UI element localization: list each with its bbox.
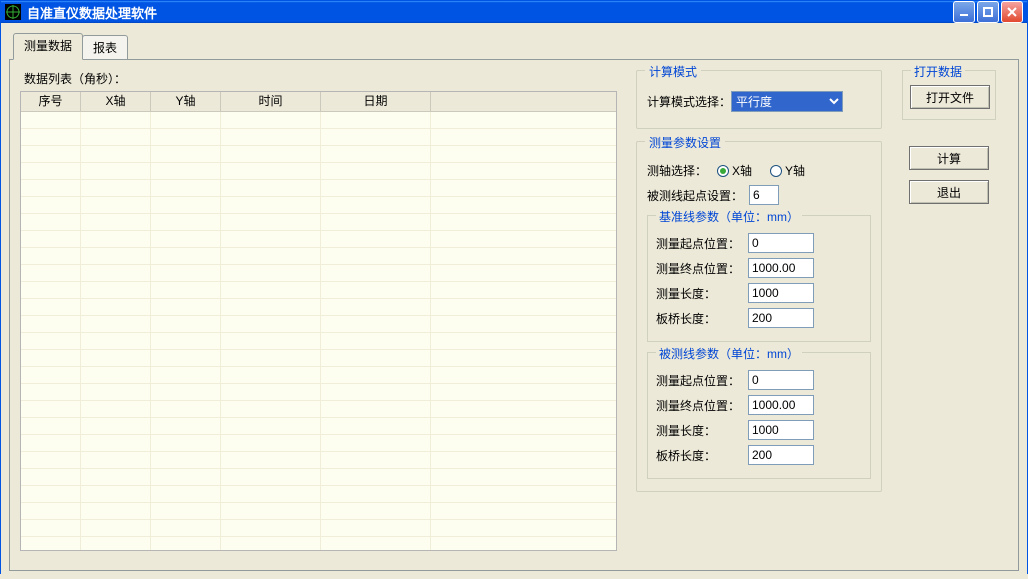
radio-y-label: Y轴 bbox=[785, 162, 805, 179]
grid-body bbox=[21, 112, 616, 551]
baseline-start-input[interactable] bbox=[748, 233, 814, 253]
start-setting-label: 被测线起点设置： bbox=[647, 187, 743, 204]
baseline-end-input[interactable] bbox=[748, 258, 814, 278]
measured-end-input[interactable] bbox=[748, 395, 814, 415]
col-x[interactable]: X轴 bbox=[81, 92, 151, 111]
params-group: 测量参数设置 测轴选择： X轴 Y轴 bbox=[636, 141, 882, 492]
axis-select-label: 测轴选择： bbox=[647, 162, 707, 179]
measured-group: 被测线参数（单位：mm） 测量起点位置： 测量终点位置： 测量长度： 板桥长度： bbox=[647, 352, 871, 479]
maximize-button[interactable] bbox=[977, 1, 999, 23]
col-blank bbox=[431, 92, 616, 111]
titlebar: 自准直仪数据处理软件 bbox=[1, 1, 1027, 23]
client-area: 测量数据 报表 数据列表（角秒）： 序号 X轴 Y轴 时间 日期 bbox=[1, 23, 1027, 579]
baseline-length-input[interactable] bbox=[748, 283, 814, 303]
col-date[interactable]: 日期 bbox=[321, 92, 431, 111]
measured-length-input[interactable] bbox=[748, 420, 814, 440]
col-y[interactable]: Y轴 bbox=[151, 92, 221, 111]
col-no[interactable]: 序号 bbox=[21, 92, 81, 111]
baseline-start-label: 测量起点位置： bbox=[656, 235, 748, 252]
baseline-bridge-label: 板桥长度： bbox=[656, 310, 748, 327]
measured-start-label: 测量起点位置： bbox=[656, 372, 748, 389]
window-title: 自准直仪数据处理软件 bbox=[27, 3, 953, 22]
radio-y-axis[interactable]: Y轴 bbox=[770, 162, 805, 179]
calc-mode-group-title: 计算模式 bbox=[645, 63, 701, 80]
exit-button[interactable]: 退出 bbox=[909, 180, 989, 204]
minimize-button[interactable] bbox=[953, 1, 975, 23]
measured-group-title: 被测线参数（单位：mm） bbox=[656, 345, 802, 362]
calc-mode-select[interactable]: 平行度 bbox=[731, 91, 843, 112]
measured-start-input[interactable] bbox=[748, 370, 814, 390]
tab-measure-data[interactable]: 测量数据 bbox=[13, 33, 83, 60]
baseline-end-label: 测量终点位置： bbox=[656, 260, 748, 277]
tab-panel: 数据列表（角秒）： 序号 X轴 Y轴 时间 日期 计算模式 bbox=[9, 59, 1019, 571]
open-data-group-title: 打开数据 bbox=[911, 63, 965, 80]
col-time[interactable]: 时间 bbox=[221, 92, 321, 111]
radio-dot-icon bbox=[770, 165, 782, 177]
radio-dot-icon bbox=[717, 165, 729, 177]
start-setting-input[interactable] bbox=[749, 185, 779, 205]
params-group-title: 测量参数设置 bbox=[645, 134, 725, 151]
data-grid[interactable]: 序号 X轴 Y轴 时间 日期 bbox=[20, 91, 617, 551]
baseline-length-label: 测量长度： bbox=[656, 285, 748, 302]
baseline-group-title: 基准线参数（单位：mm） bbox=[656, 208, 802, 225]
app-window: 自准直仪数据处理软件 测量数据 报表 数据列表（角秒）： 序号 X轴 Y轴 时间 bbox=[0, 0, 1028, 574]
radio-x-axis[interactable]: X轴 bbox=[717, 162, 752, 179]
open-file-button[interactable]: 打开文件 bbox=[910, 85, 990, 109]
measured-bridge-input[interactable] bbox=[748, 445, 814, 465]
radio-x-label: X轴 bbox=[732, 162, 752, 179]
data-list-label: 数据列表（角秒）： bbox=[24, 70, 620, 87]
calc-mode-group: 计算模式 计算模式选择： 平行度 bbox=[636, 70, 882, 129]
open-data-group: 打开数据 打开文件 bbox=[902, 70, 996, 120]
baseline-group: 基准线参数（单位：mm） 测量起点位置： 测量终点位置： 测量长度： 板桥长度： bbox=[647, 215, 871, 342]
grid-header: 序号 X轴 Y轴 时间 日期 bbox=[21, 92, 616, 112]
close-button[interactable] bbox=[1001, 1, 1023, 23]
baseline-bridge-input[interactable] bbox=[748, 308, 814, 328]
calc-mode-label: 计算模式选择： bbox=[647, 93, 731, 110]
app-icon bbox=[5, 4, 21, 20]
calculate-button[interactable]: 计算 bbox=[909, 146, 989, 170]
measured-length-label: 测量长度： bbox=[656, 422, 748, 439]
measured-bridge-label: 板桥长度： bbox=[656, 447, 748, 464]
measured-end-label: 测量终点位置： bbox=[656, 397, 748, 414]
tab-report[interactable]: 报表 bbox=[82, 35, 128, 59]
